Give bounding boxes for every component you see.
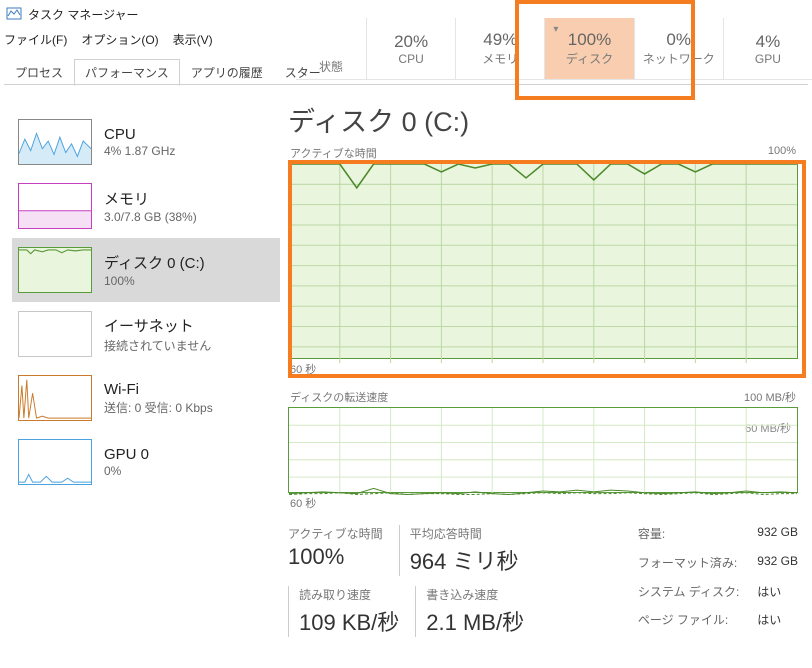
thumb-memory bbox=[18, 183, 92, 229]
sidebar-item-wifi[interactable]: Wi-Fi 送信: 0 受信: 0 Kbps bbox=[12, 366, 280, 430]
thumb-disk bbox=[18, 247, 92, 293]
app-icon bbox=[6, 6, 22, 22]
stat-write: 書き込み速度 2.1 MB/秒 bbox=[415, 586, 540, 637]
tab-processes[interactable]: プロセス bbox=[4, 59, 74, 86]
col-gpu[interactable]: 4% GPU bbox=[723, 18, 812, 79]
tab-startup[interactable]: スター bbox=[274, 59, 332, 86]
sidebar: CPU 4% 1.87 GHz メモリ 3.0/7.8 GB (38%) bbox=[0, 100, 280, 668]
sidebar-item-gpu[interactable]: GPU 0 0% bbox=[12, 430, 280, 494]
chevron-down-icon: ▾ bbox=[553, 24, 558, 35]
menu-view[interactable]: 表示(V) bbox=[173, 31, 213, 48]
col-cpu[interactable]: 20% CPU bbox=[366, 18, 455, 79]
tab-performance[interactable]: パフォーマンス bbox=[74, 59, 180, 86]
chart2-label: ディスクの転送速度 bbox=[290, 389, 388, 405]
page-title: ディスク 0 (C:) bbox=[288, 100, 798, 139]
tab-history[interactable]: アプリの履歴 bbox=[180, 59, 274, 86]
chart1-max: 100% bbox=[768, 145, 796, 161]
sidebar-item-memory[interactable]: メモリ 3.0/7.8 GB (38%) bbox=[12, 174, 280, 238]
thumb-gpu bbox=[18, 439, 92, 485]
stat-read: 読み取り速度 109 KB/秒 bbox=[288, 586, 415, 637]
menu-options[interactable]: オプション(O) bbox=[81, 31, 158, 48]
chart-active-time: アクティブな時間 100% bbox=[288, 145, 798, 379]
stat-active: アクティブな時間 100% bbox=[288, 525, 399, 576]
col-network[interactable]: 0% ネットワーク bbox=[634, 18, 723, 79]
chart2-max: 100 MB/秒 bbox=[744, 389, 796, 405]
menu-file[interactable]: ファイル(F) bbox=[4, 31, 67, 48]
sidebar-item-ethernet[interactable]: イーサネット 接続されていません bbox=[12, 302, 280, 366]
stats-right: 容量:932 GB フォーマット済み:932 GB システム ディスク:はい ペ… bbox=[638, 525, 798, 637]
col-disk[interactable]: ▾ 100% ディスク bbox=[544, 18, 633, 79]
thumb-ethernet bbox=[18, 311, 92, 357]
stats: アクティブな時間 100% 平均応答時間 964 ミリ秒 読み取り速度 109 … bbox=[288, 525, 798, 637]
main: ディスク 0 (C:) アクティブな時間 100% bbox=[280, 100, 812, 668]
chart2-x: 60 秒 bbox=[288, 493, 798, 513]
sidebar-item-disk[interactable]: ディスク 0 (C:) 100% bbox=[12, 238, 280, 302]
tabs-row: プロセス パフォーマンス アプリの履歴 スター bbox=[4, 60, 332, 86]
chart2-canvas: 60 MB/秒 bbox=[288, 407, 798, 493]
chart-transfer: ディスクの転送速度 100 MB/秒 60 MB/秒 bbox=[288, 389, 798, 513]
thumb-cpu bbox=[18, 119, 92, 165]
chart1-label: アクティブな時間 bbox=[290, 145, 377, 161]
thumb-wifi bbox=[18, 375, 92, 421]
chart1-canvas bbox=[288, 163, 798, 359]
window-title: タスク マネージャー bbox=[28, 6, 139, 23]
top-metrics: 状態 20% CPU 49% メモリ ▾ 100% ディスク 0% ネットワーク… bbox=[296, 18, 812, 80]
col-memory[interactable]: 49% メモリ bbox=[455, 18, 544, 79]
stat-avg: 平均応答時間 964 ミリ秒 bbox=[399, 525, 535, 576]
sidebar-item-cpu[interactable]: CPU 4% 1.87 GHz bbox=[12, 110, 280, 174]
